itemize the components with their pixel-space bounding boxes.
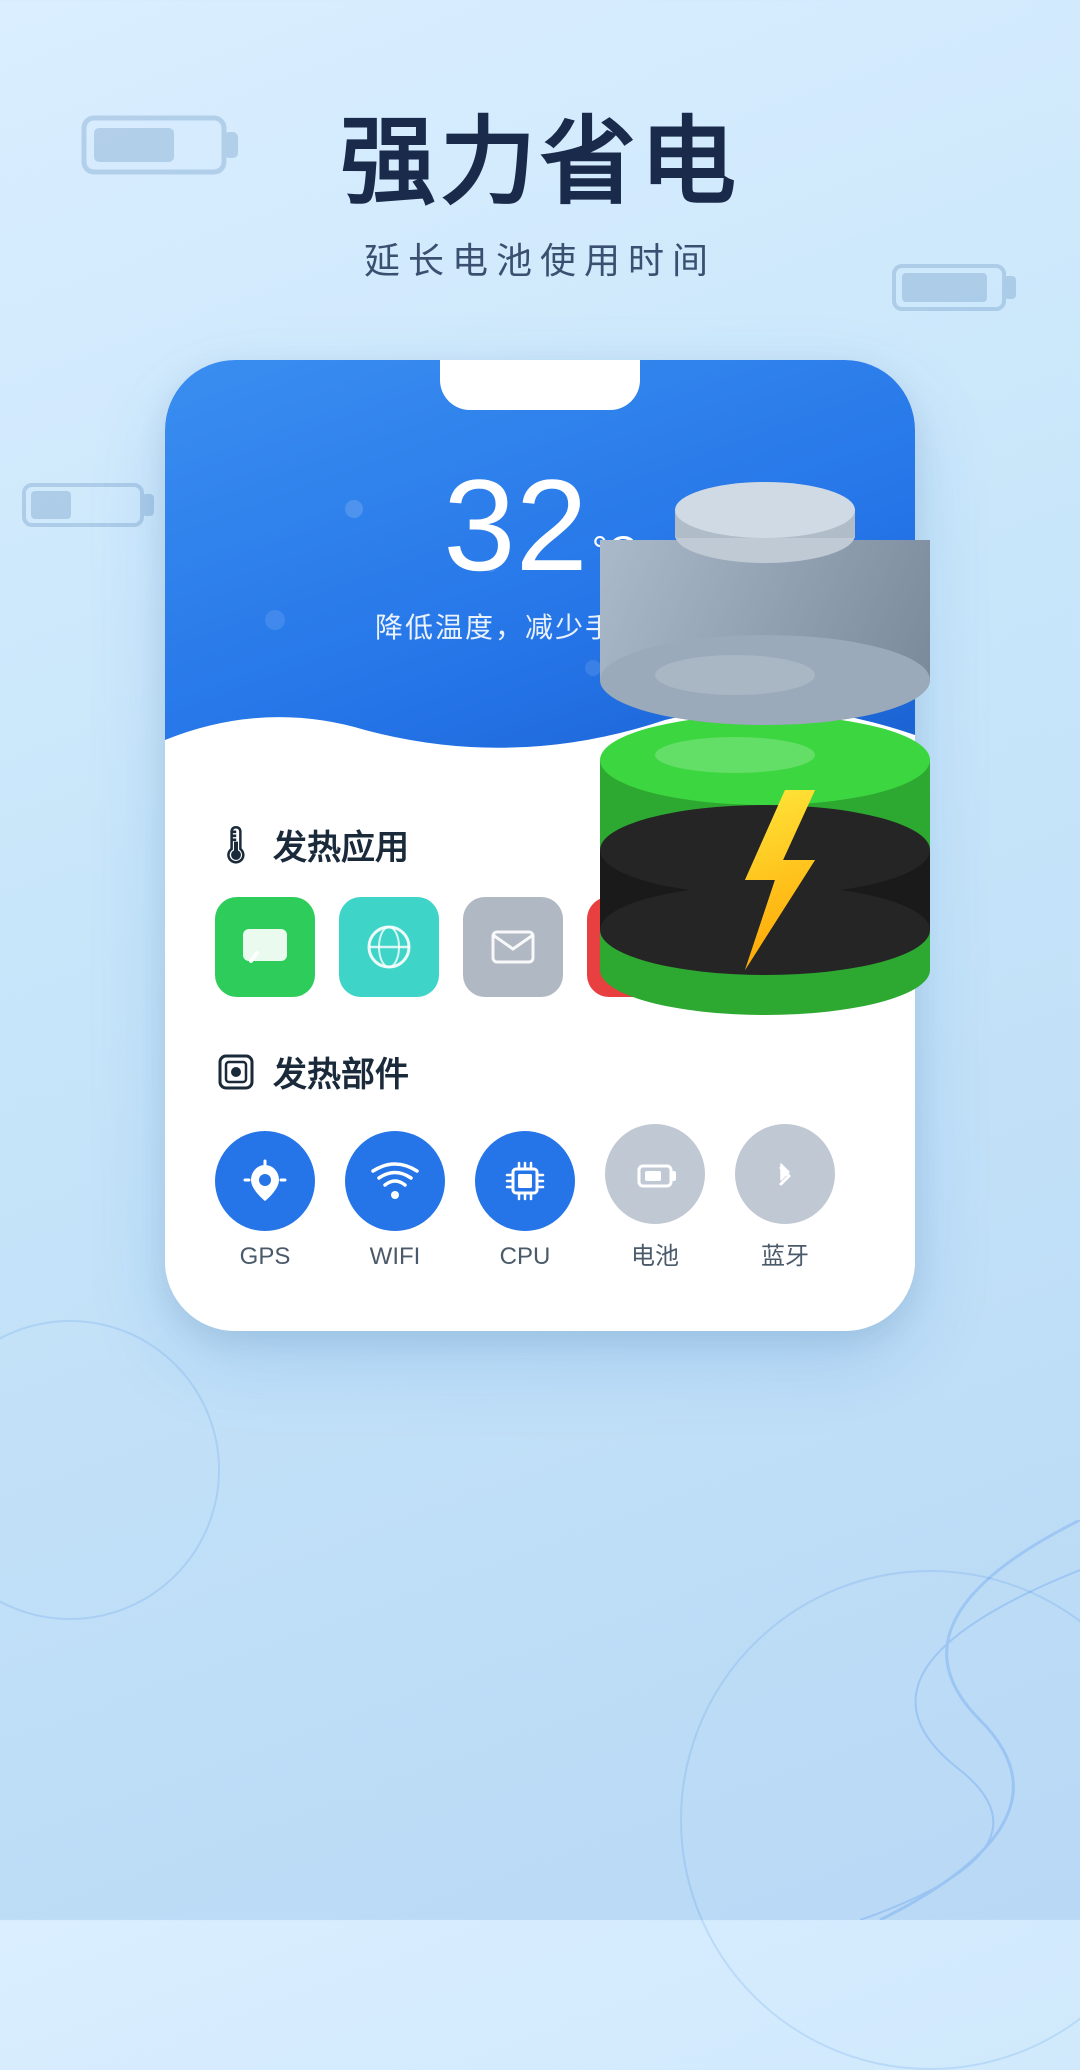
bg-battery-left-icon bbox=[20, 480, 160, 530]
bg-curve-decoration bbox=[580, 1520, 1080, 1920]
wifi-label: WIFI bbox=[370, 1243, 421, 1271]
cpu-icon-circle bbox=[475, 1131, 575, 1231]
phone-notch bbox=[440, 360, 640, 410]
hot-components-label: 发热部件 bbox=[273, 1047, 409, 1096]
thermometer-icon: 🌡 bbox=[215, 824, 257, 866]
battery-label: 电池 bbox=[631, 1236, 679, 1271]
phone-inner: 32°C 降低温度，减少手机发热 🌡 发热应用 bbox=[165, 360, 915, 1331]
gps-icon-circle bbox=[215, 1131, 315, 1231]
wave-decoration bbox=[165, 680, 915, 780]
main-title: 强力省电 bbox=[0, 110, 1080, 216]
gps-component[interactable]: GPS bbox=[215, 1131, 315, 1271]
bluetooth-component[interactable]: 蓝牙 bbox=[735, 1124, 835, 1271]
battery-icon-circle bbox=[605, 1124, 705, 1224]
cpu-label: CPU bbox=[500, 1243, 551, 1271]
wifi-icon-circle bbox=[345, 1131, 445, 1231]
gps-label: GPS bbox=[240, 1243, 291, 1271]
hot-components-section-title: 发热部件 bbox=[215, 1047, 865, 1096]
temperature-value: 32 bbox=[443, 460, 588, 590]
temperature-description: 降低温度，减少手机发热 bbox=[165, 606, 915, 646]
bluetooth-label: 蓝牙 bbox=[761, 1236, 809, 1271]
gear-heat-icon bbox=[215, 1051, 257, 1093]
hot-apps-section-title: 🌡 发热应用 bbox=[215, 820, 865, 869]
phone-frame: 32°C 降低温度，减少手机发热 🌡 发热应用 bbox=[165, 360, 915, 1331]
wifi-component[interactable]: WIFI bbox=[345, 1131, 445, 1271]
bluetooth-icon-circle bbox=[735, 1124, 835, 1224]
video-app-icon[interactable] bbox=[587, 897, 687, 997]
component-icons-row: GPS WIFI bbox=[215, 1124, 865, 1271]
bubble-5 bbox=[585, 660, 601, 676]
battery-component[interactable]: 电池 bbox=[605, 1124, 705, 1271]
mail-app-icon[interactable] bbox=[463, 897, 563, 997]
app-icons-row bbox=[215, 897, 865, 997]
temperature-unit: °C bbox=[592, 529, 637, 573]
hot-apps-label: 发热应用 bbox=[273, 820, 409, 869]
cpu-component[interactable]: CPU bbox=[475, 1131, 575, 1271]
sub-title: 延长电池使用时间 bbox=[0, 232, 1080, 284]
header: 强力省电 延长电池使用时间 bbox=[0, 0, 1080, 284]
phone-content-area: 🌡 发热应用 bbox=[165, 780, 915, 1331]
messages-app-icon[interactable] bbox=[215, 897, 315, 997]
phone-mockup: 32°C 降低温度，减少手机发热 🌡 发热应用 bbox=[165, 360, 915, 1331]
browser-app-icon[interactable] bbox=[339, 897, 439, 997]
phone-top-section: 32°C 降低温度，减少手机发热 bbox=[165, 360, 915, 780]
